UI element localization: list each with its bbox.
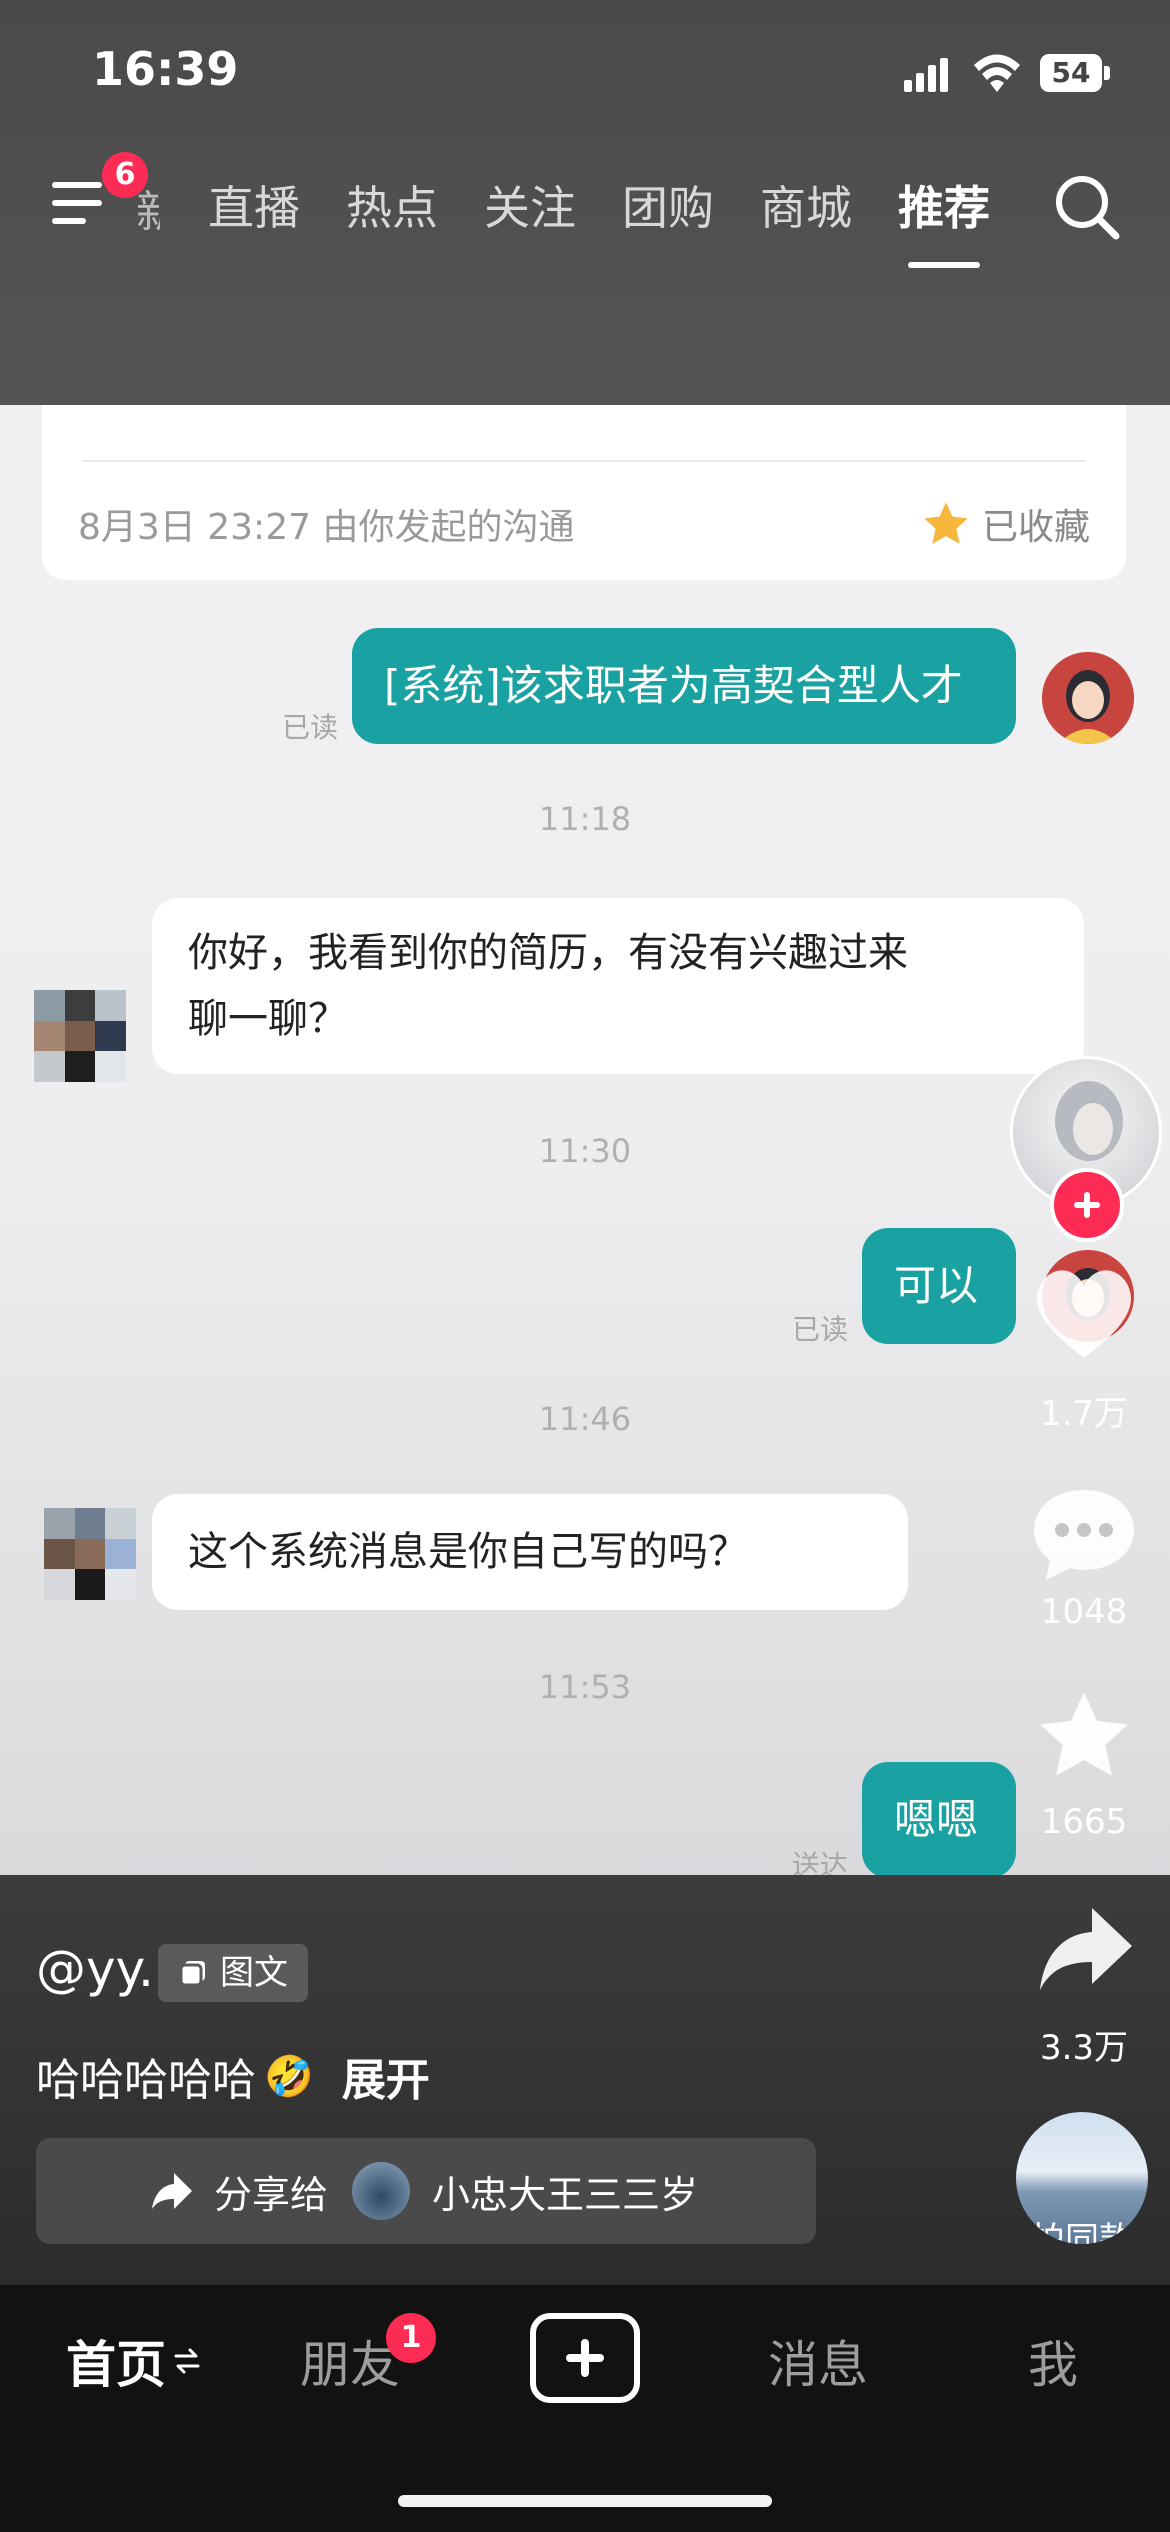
like-button[interactable]: [1028, 1262, 1140, 1362]
tab-recommend[interactable]: 推荐: [898, 172, 1036, 238]
read-status: 已读: [792, 1313, 849, 1346]
card-divider: [82, 460, 1086, 462]
message-bubble-out[interactable]: 嗯嗯: [862, 1762, 1016, 1878]
star-icon: [1040, 1692, 1128, 1776]
post-caption: 哈哈哈哈哈 🤣 展开: [36, 2044, 430, 2108]
comment-icon: [1034, 1490, 1134, 1580]
bottom-nav: 首页 朋友 1 消息 我: [0, 2285, 1170, 2532]
conversation-meta: 8月3日 23:27 由你发起的沟通: [78, 507, 575, 548]
menu-button[interactable]: [52, 180, 108, 226]
saved-label: 已收藏: [981, 507, 1090, 548]
plus-icon: [566, 2339, 604, 2377]
favorite-button[interactable]: [1032, 1686, 1136, 1786]
expand-link[interactable]: 展开: [342, 2044, 430, 2108]
switch-arrows-icon: [174, 2348, 200, 2374]
message-line: 聊一聊？: [188, 996, 348, 1042]
tab-group-buy[interactable]: 团购: [622, 172, 760, 238]
nav-home-label: 首页: [66, 2336, 166, 2394]
tab-hot[interactable]: 热点: [346, 172, 484, 238]
message-line: 你好，我看到你的简历，有没有兴趣过来: [188, 930, 908, 976]
same-style-label: 拍同款: [1031, 2220, 1133, 2244]
author-handle[interactable]: @yy.: [36, 1940, 154, 1998]
friends-badge: 1: [386, 2313, 436, 2363]
top-bar: 16:39 54 6 新 直播 热点 关注 团购 商城 推荐: [0, 0, 1170, 405]
active-tab-indicator: [908, 262, 980, 268]
friend-avatar: [352, 2162, 411, 2220]
same-style-button[interactable]: 拍同款: [1016, 2112, 1148, 2244]
wifi-icon: [974, 54, 1020, 92]
rofl-emoji-icon: 🤣: [264, 2053, 314, 2100]
message-bubble-in[interactable]: 你好，我看到你的简历，有没有兴趣过来 聊一聊？: [152, 898, 1084, 1074]
follow-button[interactable]: [1050, 1168, 1124, 1242]
favorite-count: 1665: [1040, 1802, 1128, 1842]
plus-icon: [1074, 1192, 1100, 1218]
my-avatar[interactable]: [1042, 652, 1134, 744]
star-icon: [924, 502, 968, 544]
share-count: 3.3万: [1039, 2028, 1129, 2068]
message-bubble-in[interactable]: 这个系统消息是你自己写的吗？: [152, 1494, 908, 1610]
search-icon: [1056, 176, 1120, 240]
heart-icon: [1037, 1270, 1131, 1358]
share-button[interactable]: [1036, 1904, 1136, 1994]
nav-me[interactable]: 我: [1028, 2325, 1078, 2397]
comment-button[interactable]: [1028, 1484, 1140, 1584]
timestamp: 11:30: [538, 1132, 632, 1170]
status-time: 16:39: [92, 42, 239, 96]
share-to-friend-bar[interactable]: 分享给 小忠大王三三岁: [36, 2138, 816, 2244]
message-bubble-out[interactable]: 可以: [862, 1228, 1016, 1344]
post-type-tag: 图文: [158, 1944, 308, 2002]
create-button[interactable]: [530, 2313, 640, 2403]
timestamp: 11:53: [538, 1668, 632, 1706]
top-tabs: 直播 热点 关注 团购 商城 推荐: [208, 172, 1036, 238]
share-prefix: 分享给: [214, 2172, 329, 2217]
post-type-label: 图文: [220, 1953, 288, 1993]
search-button[interactable]: [1052, 172, 1122, 242]
home-indicator: [398, 2495, 772, 2507]
nav-friends[interactable]: 朋友: [300, 2325, 400, 2397]
battery-indicator: 54: [1040, 54, 1102, 92]
battery-tip: [1104, 66, 1110, 80]
share-target-name: 小忠大王三三岁: [432, 2172, 699, 2217]
share-arrow-icon: [152, 2173, 192, 2209]
nav-home[interactable]: 首页: [66, 2325, 200, 2397]
timestamp: 11:18: [538, 800, 632, 838]
like-count: 1.7万: [1039, 1394, 1129, 1434]
timestamp: 11:46: [538, 1400, 632, 1438]
saved-status[interactable]: 已收藏: [920, 498, 1090, 550]
signal-icon: [904, 58, 948, 92]
share-arrow-icon: [1040, 1908, 1132, 1990]
comment-count: 1048: [1040, 1592, 1128, 1632]
read-status: 已读: [282, 711, 339, 744]
tab-mall[interactable]: 商城: [760, 172, 898, 238]
message-bubble-out[interactable]: [系统]该求职者为高契合型人才: [352, 628, 1016, 744]
recruiter-avatar[interactable]: [34, 990, 126, 1082]
menu-icon: [52, 182, 102, 224]
tab-partial[interactable]: 新: [136, 176, 160, 240]
tab-following[interactable]: 关注: [484, 172, 622, 238]
tab-live[interactable]: 直播: [208, 172, 346, 238]
avatar-illustration: [1042, 652, 1134, 744]
caption-text: 哈哈哈哈哈: [36, 2055, 256, 2106]
image-post-icon: [179, 1961, 205, 1987]
recruiter-avatar[interactable]: [44, 1508, 136, 1600]
nav-messages[interactable]: 消息: [768, 2325, 868, 2397]
